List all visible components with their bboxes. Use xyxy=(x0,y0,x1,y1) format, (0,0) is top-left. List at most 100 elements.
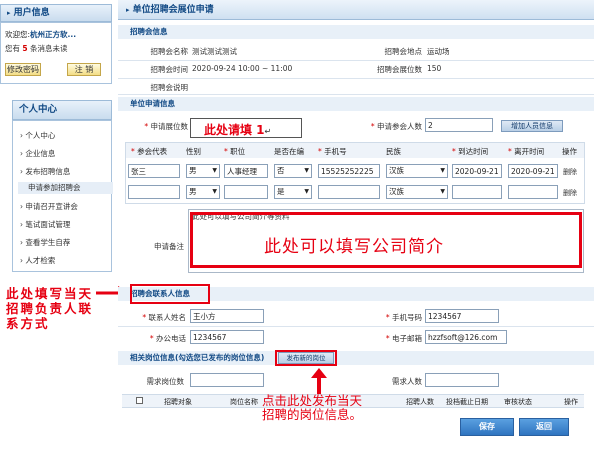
need-position-label: 需求岗位数 xyxy=(146,377,185,386)
row1-name-input[interactable]: 张三 xyxy=(128,164,180,178)
select-value: 是 xyxy=(277,187,285,196)
fair-booths-value: 150 xyxy=(427,64,442,73)
select-all-checkbox[interactable] xyxy=(136,397,143,404)
back-button[interactable]: 返回 xyxy=(519,418,569,436)
sidebar-item-apply-fair[interactable]: 申请参加招聘会 xyxy=(18,182,113,194)
row1-gender-select[interactable]: 男 ▼ xyxy=(186,164,220,178)
th-ethnicity: 民族 xyxy=(386,147,401,156)
row1-delete-link[interactable]: 删除 xyxy=(563,167,577,177)
th-text: 到达时间 xyxy=(458,147,489,156)
section-title: 招聘会信息 xyxy=(130,27,168,36)
email-input[interactable]: hzzfsoft@126.com xyxy=(425,330,507,344)
msg-prefix: 您有 xyxy=(5,44,20,53)
menu-label: 查看学生自荐 xyxy=(25,238,71,247)
th-job-name: 岗位名称 xyxy=(230,398,258,406)
contact-mobile-input[interactable]: 1234567 xyxy=(425,309,499,323)
dropdown-arrow-icon: ▼ xyxy=(304,167,309,174)
need-people-input[interactable] xyxy=(425,373,499,387)
arrow-up-icon xyxy=(311,368,327,394)
select-value: 否 xyxy=(277,166,285,175)
sidebar-item-talent-search[interactable]: › 人才检索 xyxy=(20,255,55,266)
fair-booths-label: 招聘会展位数 xyxy=(377,65,422,74)
th-job-status: 审核状态 xyxy=(504,398,532,406)
row2-gender-select[interactable]: 男 ▼ xyxy=(186,185,220,199)
sidebar-item-publish-jobs[interactable]: › 发布招聘信息 xyxy=(20,166,70,177)
sidebar-item-personal-center[interactable]: › 个人中心 xyxy=(20,130,55,141)
welcome-line: 欢迎您:杭州正方软... xyxy=(5,29,76,40)
page-title-bar: ▸ 单位招聘会展位申请 xyxy=(118,0,594,20)
sidebar-menu xyxy=(12,120,112,272)
job-info-section: 相关岗位信息(勾选您已发布的岗位信息) xyxy=(118,351,594,365)
th-phone: * 手机号 xyxy=(318,147,347,156)
office-phone-input[interactable]: 1234567 xyxy=(190,330,264,344)
need-people-label: 需求人数 xyxy=(392,377,422,386)
menu-label: 发布招聘信息 xyxy=(25,167,71,176)
row2-leave-input[interactable] xyxy=(508,185,558,199)
change-password-button[interactable]: 修改密码 xyxy=(5,63,41,76)
org-name-link[interactable]: 杭州正方软... xyxy=(30,30,76,39)
attendee-count-input[interactable]: 2 xyxy=(425,118,493,132)
contact-name-label: * 联系人姓名 xyxy=(142,313,186,322)
th-job-count: 招聘人数 xyxy=(406,398,434,406)
sidebar-item-apply-seminar[interactable]: › 申请召开宣讲会 xyxy=(20,201,78,212)
office-phone-label-text: 办公电话 xyxy=(156,334,186,343)
contact-name-input[interactable]: 王小方 xyxy=(190,309,264,323)
row2-delete-link[interactable]: 删除 xyxy=(563,188,577,198)
triangle-icon: ▸ xyxy=(126,6,130,14)
dropdown-arrow-icon: ▼ xyxy=(212,167,217,174)
row1-position-input[interactable]: 人事经理 xyxy=(224,164,268,178)
office-phone-label: * 办公电话 xyxy=(149,334,186,343)
th-text: 职位 xyxy=(230,147,246,156)
th-staffed: 是否在编 xyxy=(274,147,304,156)
row1-leave-input[interactable]: 2020-09-21 xyxy=(508,164,558,178)
contact-mobile-label: * 手机号码 xyxy=(385,313,422,322)
th-operation: 操作 xyxy=(562,147,577,156)
row2-name-input[interactable] xyxy=(128,185,180,199)
booth-count-label: * 申请展位数 xyxy=(144,122,188,131)
annotation-contact-box xyxy=(130,284,210,304)
msg-count-link[interactable]: 5 xyxy=(22,44,27,53)
message-line: 您有 5 条消息未读 xyxy=(5,43,68,54)
annotation-fill-one-text: 此处请填 1 xyxy=(204,123,265,137)
attendee-count-label-text: 申请参会人数 xyxy=(377,122,422,131)
need-position-input[interactable] xyxy=(190,373,264,387)
select-value: 男 xyxy=(189,166,197,175)
row1-ethnicity-select[interactable]: 汉族 ▼ xyxy=(386,164,448,178)
sidebar-item-exam-manage[interactable]: › 笔试面试管理 xyxy=(20,219,70,230)
page-title: 单位招聘会展位申请 xyxy=(132,5,214,15)
dropdown-arrow-icon: ▼ xyxy=(440,188,445,195)
add-person-button[interactable]: 增加人员信息 xyxy=(501,120,563,132)
save-button[interactable]: 保存 xyxy=(460,418,514,436)
row1-phone-input[interactable]: 15525252225 xyxy=(318,164,380,178)
user-info-panel: 欢迎您:杭州正方软... 您有 5 条消息未读 修改密码 注 销 xyxy=(0,22,112,84)
personal-center-title: 个人中心 xyxy=(19,104,58,115)
th-job-operation: 操作 xyxy=(564,398,578,406)
triangle-icon: ▸ xyxy=(7,9,11,17)
fair-time-value: 2020-09-24 10:00 ~ 11:00 xyxy=(192,64,293,73)
row2-staffed-select[interactable]: 是 ▼ xyxy=(274,185,312,199)
row2-phone-input[interactable] xyxy=(318,185,380,199)
row2-ethnicity-select[interactable]: 汉族 ▼ xyxy=(386,185,448,199)
remark-label: 申请备注 xyxy=(154,242,184,251)
fair-location-value: 运动场 xyxy=(427,47,450,56)
row2-position-input[interactable] xyxy=(224,185,268,199)
row1-staffed-select[interactable]: 否 ▼ xyxy=(274,164,312,178)
msg-suffix: 条消息未读 xyxy=(30,44,68,53)
personal-center-header: 个人中心 xyxy=(12,100,112,120)
sidebar-item-student-resumes[interactable]: › 查看学生自荐 xyxy=(20,237,70,248)
fair-info-section: 招聘会信息 xyxy=(118,25,594,39)
row1-arrive-input[interactable]: 2020-09-21 xyxy=(452,164,502,178)
logout-button[interactable]: 注 销 xyxy=(67,63,101,76)
email-label: * 电子邮箱 xyxy=(385,334,422,343)
select-value: 汉族 xyxy=(389,166,404,175)
contact-mobile-label-text: 手机号码 xyxy=(392,313,422,322)
section-title: 单位申请信息 xyxy=(130,99,175,108)
fair-time-label: 招聘会时间 xyxy=(150,65,189,74)
menu-label: 申请召开宣讲会 xyxy=(25,202,78,211)
annotation-publish-text: 点击此处发布当天招聘的岗位信息。 xyxy=(262,393,363,422)
dropdown-arrow-icon: ▼ xyxy=(304,188,309,195)
sidebar-item-company-info[interactable]: › 企业信息 xyxy=(20,148,55,159)
section-title: 相关岗位信息(勾选您已发布的岗位信息) xyxy=(130,353,265,362)
row2-arrive-input[interactable] xyxy=(452,185,502,199)
attendee-count-label: * 申请参会人数 xyxy=(370,122,422,131)
